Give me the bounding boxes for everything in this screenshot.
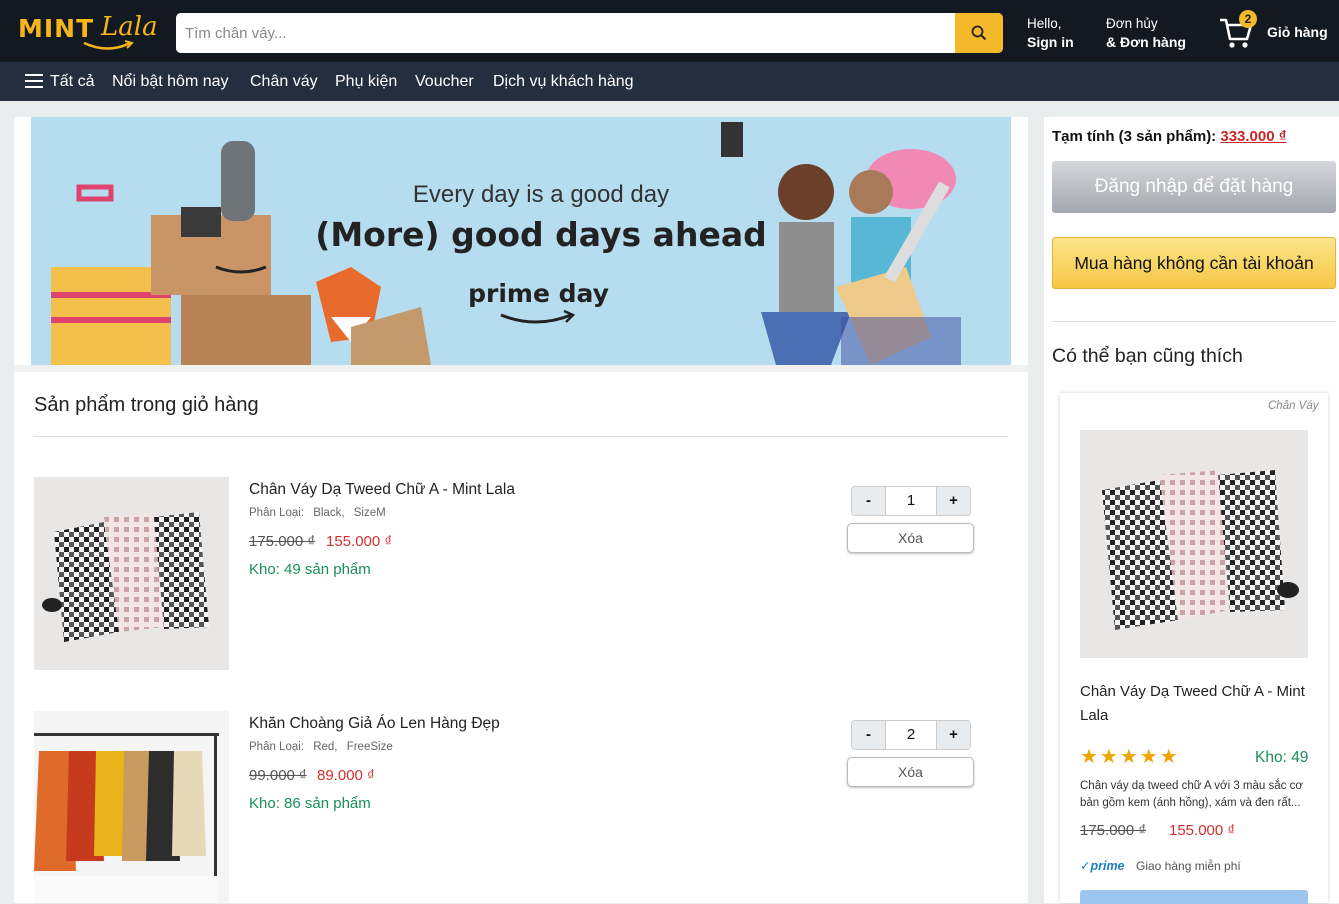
nav-skirts[interactable]: Chân váy (250, 62, 318, 101)
decrease-quantity-button[interactable]: - (852, 721, 886, 749)
cart-item-image[interactable] (34, 477, 229, 670)
delete-item-button[interactable]: Xóa (847, 757, 974, 787)
logo-secondary: Lala (101, 12, 158, 42)
sign-in-text: Sign in (1027, 34, 1074, 50)
quantity-stepper: - 2 + (851, 720, 971, 750)
nav-voucher[interactable]: Voucher (415, 62, 474, 101)
nav-all[interactable]: Tất cả (50, 62, 94, 101)
variant-size: FreeSize (346, 741, 393, 753)
decrease-quantity-button[interactable]: - (852, 487, 886, 515)
quantity-value[interactable]: 2 (886, 721, 936, 749)
cart-item-stock: Kho: 86 sản phẩm (249, 795, 371, 812)
variant-color: Red, (313, 741, 338, 753)
site-logo[interactable]: MINT Lala (18, 10, 163, 52)
nav-customer-service[interactable]: Dịch vụ khách hàng (493, 62, 634, 101)
main-nav: Tất cả Nổi bật hôm nay Chân váy Phụ kiện… (0, 62, 1339, 101)
cart-count-badge: 2 (1239, 10, 1257, 28)
cart-item-variant: Phân Loại: Red, FreeSize (249, 741, 399, 753)
skirt-product-image (1102, 470, 1299, 630)
cart-item-variant: Phân Loại: Black, SizeM (249, 507, 392, 519)
account-link[interactable]: Hello, Sign in (1027, 14, 1074, 52)
variant-label: Phân Loại: (249, 741, 304, 753)
recommendations-title: Có thể bạn cũng thích (1052, 345, 1243, 367)
banner-line1: Every day is a good day (412, 181, 670, 208)
subtotal: Tạm tính (3 sản phẩm): 333.000 ₫ (1052, 128, 1286, 145)
search-input[interactable] (176, 13, 956, 53)
login-to-order-button[interactable]: Đăng nhập để đặt hàng (1052, 161, 1336, 213)
recommended-stock: Kho: 49 (1255, 749, 1309, 766)
cart-label: Giỏ hàng (1267, 24, 1328, 40)
delete-item-button[interactable]: Xóa (847, 523, 974, 553)
search-icon (971, 25, 987, 41)
cart-item-stock: Kho: 49 sản phẩm (249, 561, 371, 578)
guest-checkout-button[interactable]: Mua hàng không cần tài khoản (1052, 237, 1336, 289)
variant-size: SizeM (353, 507, 386, 519)
side-divider (1052, 321, 1336, 322)
recommended-description: Chân váy dạ tweed chữ A với 3 màu sắc cơ… (1080, 780, 1303, 809)
quantity-stepper: - 1 + (851, 486, 971, 516)
knit-shawl-product-image (34, 733, 219, 903)
cart-section-title: Sản phẩm trong giỏ hàng (34, 394, 259, 416)
top-header: MINT Lala Hello, Sign in Đơn hủy & Đơn h… (0, 0, 1339, 62)
prime-badge-icon: ✓prime (1080, 859, 1125, 873)
subtotal-label: Tạm tính (3 sản phẩm): (1052, 128, 1217, 145)
recommended-product-name[interactable]: Chân Váy Dạ Tweed Chữ A - Mint Lala (1080, 680, 1308, 728)
nav-accessories[interactable]: Phụ kiện (335, 62, 397, 101)
orders-link[interactable]: Đơn hủy & Đơn hàng (1106, 14, 1186, 52)
cart-item-name[interactable]: Chân Váy Dạ Tweed Chữ A - Mint Lala (249, 481, 515, 499)
cart-item-new-price: 89.000 ₫ (317, 767, 375, 784)
add-to-cart-button[interactable] (1080, 890, 1308, 904)
cart-link[interactable]: 2 Giỏ hàng (1218, 10, 1333, 52)
recommended-old-price: 175.000 ₫ (1080, 822, 1147, 839)
search-bar (176, 13, 1003, 53)
variant-label: Phân Loại: (249, 507, 304, 519)
cart-item-old-price: 99.000 ₫ (249, 767, 307, 784)
skirt-product-image (42, 512, 209, 642)
cart-item-new-price: 155.000 ₫ (326, 533, 393, 550)
search-button[interactable] (955, 13, 1003, 53)
section-divider (34, 436, 1008, 437)
subtotal-amount: 333.000 ₫ (1220, 128, 1287, 145)
banner-divider (14, 365, 1028, 372)
quantity-value[interactable]: 1 (886, 487, 936, 515)
hamburger-icon[interactable] (25, 74, 43, 88)
nav-featured-today[interactable]: Nổi bật hôm nay (112, 62, 229, 101)
hello-text: Hello, (1027, 16, 1062, 31)
increase-quantity-button[interactable]: + (936, 721, 970, 749)
orders-line2: & Đơn hàng (1106, 34, 1186, 50)
recommended-category: Chân Váy (1268, 400, 1319, 412)
banner-line2: (More) good days ahead (315, 215, 767, 254)
prime-day-banner[interactable]: Every day is a good day (More) good days… (31, 117, 1011, 365)
logo-smile-icon (83, 40, 134, 50)
variant-color: Black, (313, 507, 345, 519)
cart-item-image[interactable] (34, 711, 229, 903)
banner-prime-day: prime day (468, 279, 609, 308)
orders-line1: Đơn hủy (1106, 16, 1158, 31)
recommended-product-image[interactable] (1080, 430, 1308, 658)
cart-item-old-price: 175.000 ₫ (249, 533, 316, 550)
rating-stars: ★★★★★ (1080, 746, 1180, 768)
increase-quantity-button[interactable]: + (936, 487, 970, 515)
free-shipping-text: Giao hàng miễn phí (1136, 859, 1241, 873)
logo-primary: MINT (18, 14, 95, 43)
recommended-new-price: 155.000 ₫ (1169, 822, 1236, 839)
cart-item-name[interactable]: Khăn Choàng Giả Áo Len Hàng Đẹp (249, 715, 500, 733)
